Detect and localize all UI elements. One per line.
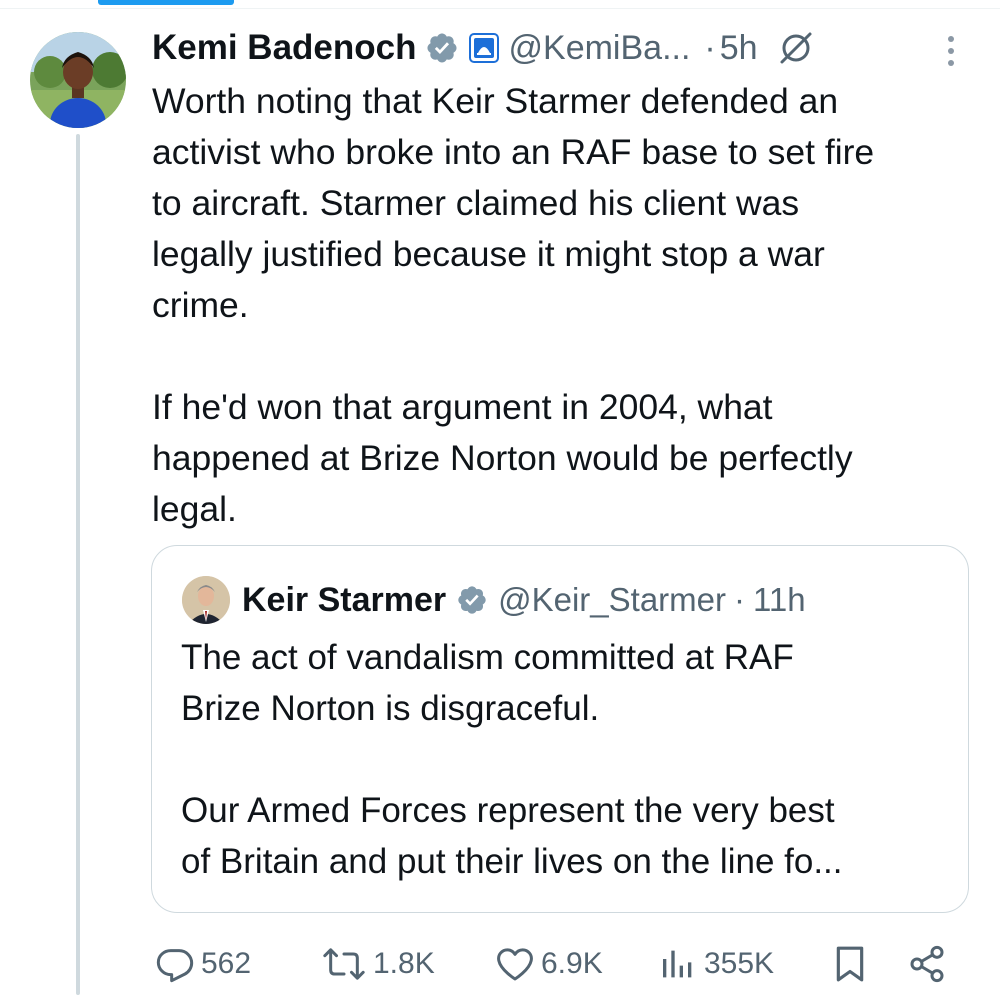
- author-handle[interactable]: @KemiBa...: [509, 29, 691, 68]
- reply-button[interactable]: 562: [155, 938, 251, 990]
- reply-icon: [156, 949, 194, 983]
- repost-count: 1.8K: [373, 947, 435, 980]
- bookmark-icon: [836, 946, 864, 982]
- bookmark-button[interactable]: [830, 938, 870, 990]
- timestamp[interactable]: 5h: [720, 29, 758, 68]
- views-icon: [663, 950, 692, 978]
- repost-button[interactable]: 1.8K: [321, 938, 435, 990]
- avatar[interactable]: [30, 32, 126, 128]
- quoted-timestamp[interactable]: 11h: [753, 581, 806, 619]
- tweet-text: Worth noting that Keir Starmer defended …: [152, 81, 875, 529]
- share-button[interactable]: [907, 938, 947, 990]
- thread-connector: [76, 134, 80, 995]
- grok-icon[interactable]: [776, 28, 816, 68]
- active-tab-indicator: [98, 0, 234, 5]
- repost-icon: [323, 948, 365, 980]
- separator-dot: ·: [734, 581, 745, 618]
- top-divider: [0, 8, 1000, 9]
- tweet-header: Kemi Badenoch @KemiBa... · 5h: [152, 24, 816, 72]
- action-bar: 562 1.8K 6.9K 355K: [155, 938, 955, 990]
- verified-badge-icon[interactable]: [425, 31, 459, 65]
- like-button[interactable]: 6.9K: [495, 938, 603, 990]
- quoted-tweet[interactable]: Keir Starmer @Keir_Starmer · 11h The act…: [151, 545, 969, 913]
- author-name[interactable]: Kemi Badenoch: [152, 28, 417, 68]
- separator-dot: ·: [704, 28, 716, 67]
- affiliate-badge-icon[interactable]: [468, 33, 499, 63]
- share-icon: [910, 945, 944, 983]
- quoted-avatar[interactable]: [182, 576, 230, 624]
- reply-count: 562: [201, 947, 252, 980]
- views-count: 355K: [704, 947, 775, 980]
- verified-badge-icon[interactable]: [456, 584, 488, 616]
- like-count: 6.9K: [541, 947, 603, 980]
- views-button[interactable]: 355K: [658, 938, 774, 990]
- more-icon[interactable]: [944, 34, 958, 68]
- quoted-author-handle[interactable]: @Keir_Starmer: [498, 581, 726, 619]
- quoted-author-name[interactable]: Keir Starmer: [242, 581, 446, 620]
- quoted-tweet-text: The act of vandalism committed at RAF Br…: [181, 638, 843, 881]
- quoted-header: Keir Starmer @Keir_Starmer · 11h: [242, 572, 806, 628]
- like-icon: [497, 948, 533, 981]
